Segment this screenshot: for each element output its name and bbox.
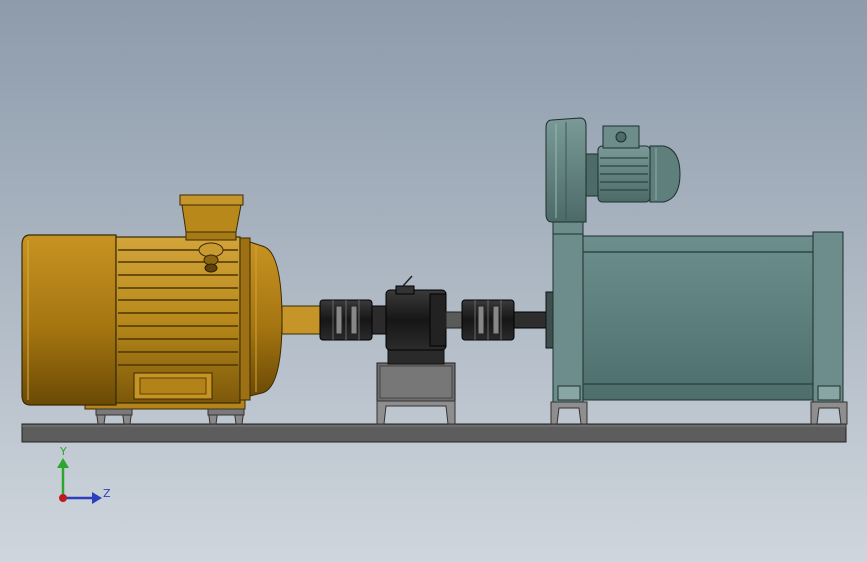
z-axis-label: Z <box>103 487 111 500</box>
assembly-drawing: Y Z <box>21 117 848 504</box>
torque-sensor-assembly[interactable] <box>319 275 549 425</box>
left-coupling <box>319 299 387 341</box>
dyno-right-frame <box>812 231 844 403</box>
cooling-blower[interactable] <box>545 117 681 235</box>
terminal-box <box>179 194 244 241</box>
coordinate-triad: Y Z <box>57 445 111 504</box>
y-axis-label: Y <box>59 445 67 458</box>
x-axis-dot <box>59 494 67 502</box>
dyno-body <box>582 235 814 401</box>
cad-viewport[interactable]: Y Z <box>0 0 867 562</box>
dyno-feet <box>550 401 848 425</box>
dyno-left-frame <box>552 231 584 403</box>
motor-shaft <box>281 305 323 335</box>
induction-motor[interactable] <box>21 194 323 425</box>
motor-end-cap <box>21 234 117 406</box>
drive-end-flange <box>239 237 283 401</box>
torque-sensor-body <box>385 275 447 351</box>
base-plate[interactable] <box>21 423 847 443</box>
right-coupling <box>461 299 549 341</box>
dynamometer[interactable] <box>545 231 848 425</box>
sensor-stand <box>376 343 456 425</box>
